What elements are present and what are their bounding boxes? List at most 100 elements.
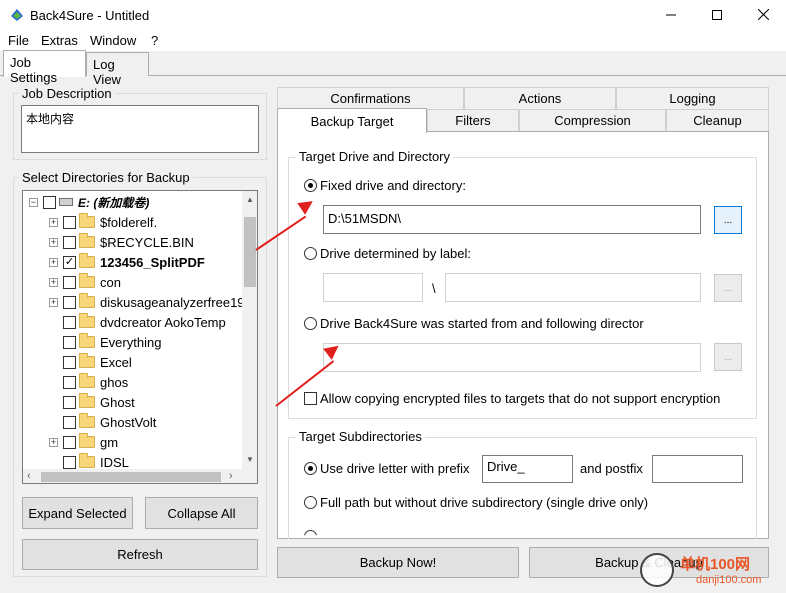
folder-name: con	[100, 274, 121, 290]
tree-folder-row[interactable]: Everything	[49, 332, 161, 352]
fixed-browse-button[interactable]: ...	[714, 206, 742, 234]
started-from-path-input[interactable]	[323, 343, 701, 372]
folder-checkbox[interactable]	[63, 375, 76, 389]
drive-label-path-input[interactable]	[445, 273, 701, 302]
expand-icon[interactable]: +	[49, 297, 58, 307]
tree-drive-row[interactable]: − E: (新加载卷)	[29, 192, 149, 212]
minimize-button[interactable]	[648, 0, 694, 31]
prefix-input[interactable]: Drive_	[482, 455, 573, 483]
expand-icon[interactable]: +	[49, 437, 58, 447]
drive-label-option: Drive determined by label:	[320, 246, 472, 261]
label-browse-button[interactable]: ...	[714, 274, 742, 302]
maximize-button[interactable]	[694, 0, 740, 31]
folder-checkbox[interactable]	[63, 295, 76, 309]
close-button[interactable]	[740, 0, 786, 31]
expand-icon[interactable]: +	[49, 237, 58, 247]
tab-actions[interactable]: Actions	[464, 87, 616, 109]
expand-icon[interactable]: +	[49, 277, 58, 287]
tree-folder-row[interactable]: + ✓ 123456_SplitPDF	[49, 252, 205, 272]
scroll-down-icon[interactable]: ▼	[246, 455, 254, 464]
folder-checkbox[interactable]	[63, 315, 76, 329]
folder-name: diskusageanalyzerfree19	[100, 294, 245, 310]
folder-checkbox[interactable]	[63, 235, 76, 249]
folder-name: $RECYCLE.BIN	[100, 234, 194, 250]
folder-name: ghos	[100, 374, 129, 390]
folder-name: Excel	[100, 354, 132, 370]
tab-job-settings[interactable]: Job Settings	[3, 50, 86, 85]
drive-label: E: (新加载卷)	[78, 195, 150, 210]
backup-now-button[interactable]: Backup Now!	[277, 547, 519, 578]
scroll-up-icon[interactable]: ▲	[246, 195, 254, 204]
folder-checkbox[interactable]	[63, 415, 76, 429]
path-separator: \	[432, 281, 436, 296]
menu-file[interactable]: File	[8, 33, 29, 48]
drive-letter-radio[interactable]	[304, 462, 317, 475]
folder-icon	[79, 273, 95, 288]
allow-encrypted-checkbox[interactable]	[304, 392, 317, 405]
tree-vertical-scrollbar[interactable]: ▲ ▼	[242, 191, 257, 469]
menu-help[interactable]: ?	[151, 33, 158, 48]
folder-checkbox[interactable]	[63, 355, 76, 369]
folder-checkbox[interactable]: ✓	[63, 255, 76, 269]
full-path-radio[interactable]	[304, 496, 317, 509]
fixed-drive-input[interactable]: D:\51MSDN\	[323, 205, 701, 234]
fixed-drive-radio[interactable]	[304, 179, 317, 192]
tree-folder-row[interactable]: GhostVolt	[49, 412, 156, 432]
folder-name: 123456_SplitPDF	[100, 254, 205, 270]
expand-icon[interactable]: +	[49, 257, 58, 267]
folder-icon	[79, 293, 95, 308]
tree-folder-row[interactable]: + $folderelf.	[49, 212, 157, 232]
collapse-icon[interactable]: −	[29, 197, 38, 207]
tree-folder-row[interactable]: Excel	[49, 352, 132, 372]
scroll-left-icon[interactable]: ‹	[27, 470, 31, 482]
started-from-radio[interactable]	[304, 317, 317, 330]
tab-confirmations[interactable]: Confirmations	[277, 87, 464, 109]
tree-folder-row[interactable]: Ghost	[49, 392, 135, 412]
folder-checkbox[interactable]	[63, 275, 76, 289]
tree-folder-row[interactable]: dvdcreator AokoTemp	[49, 312, 226, 332]
drive-label-radio[interactable]	[304, 247, 317, 260]
started-browse-button[interactable]: ...	[714, 343, 742, 371]
folder-icon	[79, 333, 95, 348]
window-title: Back4Sure - Untitled	[30, 8, 150, 23]
tree-folder-row[interactable]: + con	[49, 272, 121, 292]
scroll-right-icon[interactable]: ›	[229, 470, 233, 482]
folder-icon	[79, 253, 95, 268]
tree-folder-row[interactable]: ghos	[49, 372, 128, 392]
folder-checkbox[interactable]	[63, 455, 76, 469]
app-logo-icon	[9, 7, 25, 23]
tab-cleanup[interactable]: Cleanup	[666, 109, 769, 131]
tree-folder-row[interactable]: + diskusageanalyzerfree19	[49, 292, 245, 312]
scrollbar-thumb[interactable]	[244, 217, 256, 287]
tab-logging[interactable]: Logging	[616, 87, 769, 109]
collapse-all-button[interactable]: Collapse All	[145, 497, 258, 529]
tab-compression[interactable]: Compression	[519, 109, 666, 131]
close-icon	[757, 7, 769, 24]
expand-icon[interactable]: +	[49, 217, 58, 227]
tree-folder-row[interactable]: + $RECYCLE.BIN	[49, 232, 194, 252]
tree-folder-row[interactable]: + gm	[49, 432, 118, 452]
tab-log-view[interactable]: Log View	[86, 52, 149, 87]
tab-filters[interactable]: Filters	[427, 109, 519, 131]
folder-checkbox[interactable]	[63, 435, 76, 449]
tree-horizontal-scrollbar[interactable]: ‹ ›	[23, 469, 242, 483]
postfix-input[interactable]	[652, 455, 743, 483]
expand-selected-button[interactable]: Expand Selected	[22, 497, 133, 529]
drive-label-input[interactable]	[323, 273, 423, 302]
folder-checkbox[interactable]	[63, 215, 76, 229]
drive-checkbox[interactable]	[43, 195, 56, 209]
tab-backup-target[interactable]: Backup Target	[277, 108, 427, 133]
scroll-corner	[242, 469, 257, 483]
folder-name: $folderelf.	[100, 214, 158, 230]
menu-window[interactable]: Window	[90, 33, 136, 48]
job-description-input[interactable]: 本地内容	[21, 105, 259, 153]
refresh-button[interactable]: Refresh	[22, 539, 258, 570]
directory-tree[interactable]: − E: (新加载卷) + $folderelf. + $RECYCLE.BIN + ✓ 1…	[22, 190, 258, 484]
folder-name: IDSL	[100, 454, 129, 470]
hscrollbar-thumb[interactable]	[41, 472, 221, 482]
folder-checkbox[interactable]	[63, 395, 76, 409]
menu-extras[interactable]: Extras	[41, 33, 78, 48]
folder-checkbox[interactable]	[63, 335, 76, 349]
